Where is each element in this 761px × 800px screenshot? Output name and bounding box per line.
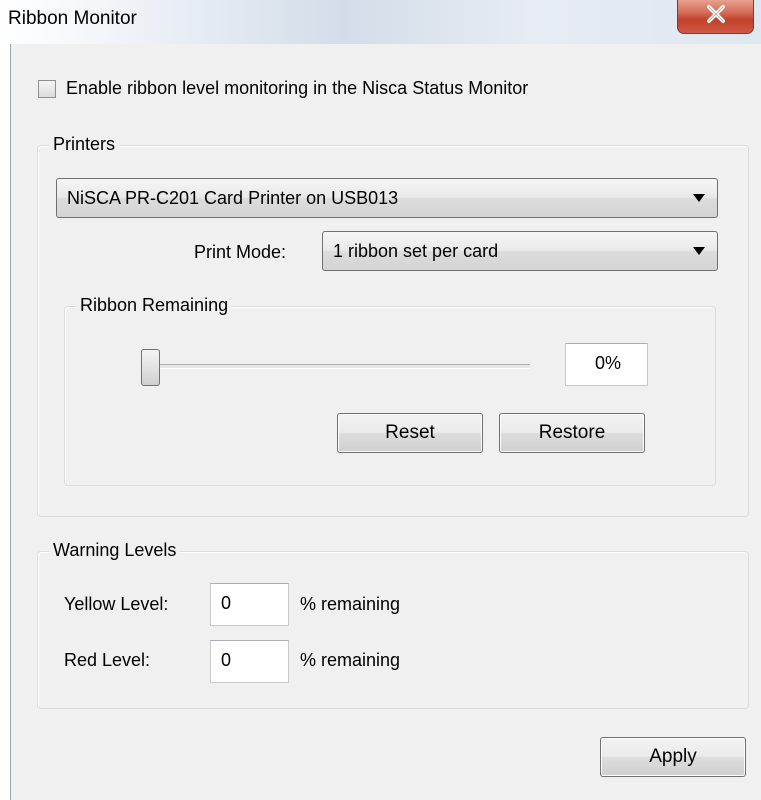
printer-select-value: NiSCA PR-C201 Card Printer on USB013	[67, 188, 399, 208]
warning-levels-group	[37, 551, 749, 709]
close-button[interactable]	[677, 0, 754, 34]
ribbon-slider-thumb[interactable]	[141, 349, 160, 386]
printer-select[interactable]: NiSCA PR-C201 Card Printer on USB013	[56, 178, 718, 218]
window-title: Ribbon Monitor	[8, 8, 137, 29]
chevron-down-icon	[693, 194, 705, 202]
yellow-level-suffix: % remaining	[300, 594, 401, 614]
title-bar: Ribbon Monitor	[0, 0, 761, 44]
enable-monitoring-label[interactable]: Enable ribbon level monitoring in the Ni…	[66, 78, 528, 99]
print-mode-label: Print Mode:	[194, 242, 287, 262]
ribbon-remaining-group	[64, 306, 716, 486]
print-mode-select[interactable]: 1 ribbon set per card	[322, 231, 718, 271]
printers-legend: Printers	[49, 134, 120, 155]
ribbon-remaining-legend: Ribbon Remaining	[76, 295, 233, 316]
red-level-label: Red Level:	[64, 650, 151, 670]
red-level-input[interactable]: 0	[210, 640, 289, 683]
warning-levels-legend: Warning Levels	[49, 540, 181, 561]
ribbon-remaining-value: 0%	[565, 343, 648, 386]
apply-button[interactable]: Apply	[600, 737, 746, 777]
chevron-down-icon	[693, 247, 705, 255]
print-mode-select-value: 1 ribbon set per card	[333, 241, 499, 261]
close-icon	[707, 5, 725, 23]
ribbon-slider-track[interactable]	[150, 364, 530, 369]
red-level-suffix: % remaining	[300, 650, 401, 670]
restore-button[interactable]: Restore	[499, 413, 645, 453]
reset-button[interactable]: Reset	[337, 413, 483, 453]
enable-monitoring-checkbox[interactable]	[38, 80, 56, 98]
yellow-level-label: Yellow Level:	[64, 594, 169, 614]
yellow-level-input[interactable]: 0	[210, 583, 289, 626]
